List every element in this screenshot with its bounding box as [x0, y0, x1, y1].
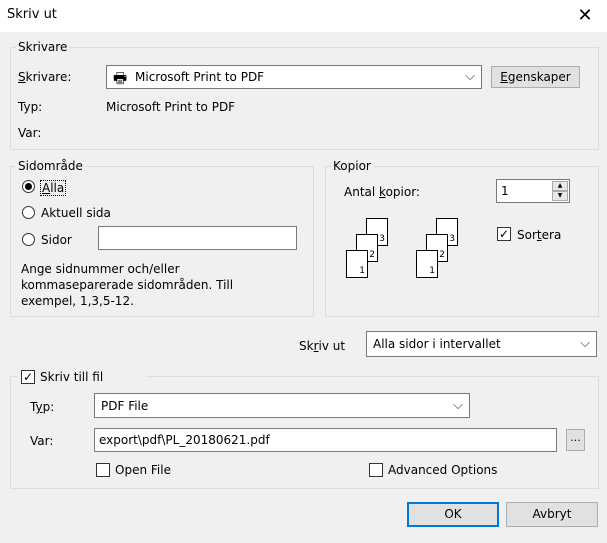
printer-select[interactable]: 🖶 Microsoft Print to PDF ⌵ [106, 65, 482, 89]
collate-label[interactable]: Sortera [517, 228, 561, 242]
browse-button[interactable]: ... [566, 429, 585, 451]
page-range-legend: Sidområde [16, 159, 85, 173]
radio-current-page[interactable] [22, 206, 35, 219]
collate-checkbox[interactable]: ✓ [497, 227, 511, 241]
chevron-down-icon: ⌵ [453, 397, 463, 413]
advanced-options-label[interactable]: Advanced Options [388, 463, 497, 477]
print-what-select[interactable]: Alla sidor i intervallet ⌵ [366, 331, 597, 357]
title-bar [0, 0, 607, 32]
print-to-file-checkbox[interactable]: ✓ [21, 370, 35, 384]
print-to-file-label[interactable]: Skriv till fil [40, 370, 103, 384]
stepper-up-icon[interactable]: ▲ [552, 181, 568, 191]
where-label: Var: [18, 126, 42, 140]
copies-count-stepper[interactable]: 1 ▲ ▼ [496, 179, 570, 203]
file-where-label: Var: [30, 434, 54, 448]
cancel-button[interactable]: Avbryt [506, 502, 598, 527]
printer-select-value: Microsoft Print to PDF [135, 70, 265, 84]
collate-illustration-left: 3 2 1 [344, 218, 394, 282]
radio-pages[interactable] [22, 233, 35, 246]
advanced-options-checkbox[interactable] [369, 463, 383, 477]
copies-count-label: Antal kopior: [344, 185, 420, 199]
printer-label: Skrivare: [18, 70, 72, 84]
radio-all-label[interactable]: Alla [40, 180, 67, 196]
type-label: Typ: [18, 100, 43, 114]
printer-group [10, 47, 599, 150]
file-type-select[interactable]: PDF File ⌵ [94, 393, 470, 418]
print-what-label: Skriv ut [299, 339, 346, 353]
open-file-label[interactable]: Open File [115, 463, 171, 477]
file-type-label: Typ: [30, 400, 55, 414]
chevron-down-icon: ⌵ [465, 68, 475, 84]
radio-pages-label[interactable]: Sidor [41, 233, 72, 247]
window-title: Skriv ut [7, 7, 57, 22]
properties-button[interactable]: Egenskaper [491, 66, 580, 88]
copies-count-value: 1 [501, 184, 509, 198]
ok-button[interactable]: OK [407, 502, 499, 527]
file-path-input[interactable]: export\pdf\PL_20180621.pdf [94, 428, 557, 452]
printer-icon: 🖶 [113, 69, 128, 87]
file-path-value: export\pdf\PL_20180621.pdf [99, 433, 270, 447]
print-what-value: Alla sidor i intervallet [373, 337, 501, 351]
stepper-down-icon[interactable]: ▼ [552, 191, 568, 201]
file-type-value: PDF File [101, 399, 149, 413]
type-value: Microsoft Print to PDF [106, 100, 236, 114]
chevron-down-icon: ⌵ [580, 335, 590, 351]
close-icon[interactable]: ✕ [571, 4, 599, 28]
radio-current-page-label[interactable]: Aktuell sida [41, 206, 111, 220]
copies-legend: Kopior [331, 159, 373, 173]
open-file-checkbox[interactable] [96, 463, 110, 477]
printer-group-legend: Skrivare [16, 40, 70, 54]
collate-illustration-right: 3 2 1 [414, 218, 464, 282]
page-range-hint: Ange sidnummer och/eller kommaseparerade… [21, 262, 234, 308]
radio-all[interactable] [22, 180, 35, 193]
pages-input[interactable] [98, 226, 297, 250]
